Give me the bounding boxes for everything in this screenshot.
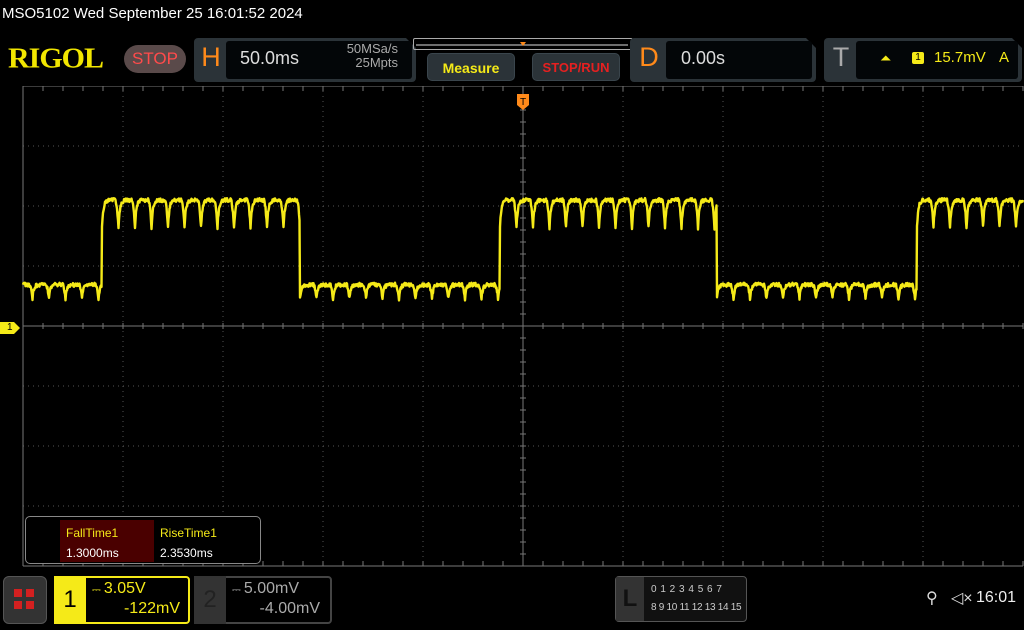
measurement-name: RiseTime1 xyxy=(160,523,242,543)
rising-edge-icon: ⏶ xyxy=(880,50,891,67)
channel-1-offset[interactable]: -122mV xyxy=(120,600,180,618)
sample-rate: 50MSa/s xyxy=(332,42,398,56)
logic-channels-row1: 0 1 2 3 4 5 6 7 xyxy=(651,584,722,595)
trigger-level[interactable]: 15.7mV xyxy=(934,49,986,66)
measurement-falltime: FallTime1 1.3000ms xyxy=(60,520,154,562)
dc-icon: ⎓ xyxy=(92,584,104,596)
trigger-source: 1 xyxy=(912,52,924,64)
measurement-value: 1.3000ms xyxy=(66,543,148,563)
stop-run-button[interactable]: STOP/RUN xyxy=(532,53,620,81)
measurement-name: FallTime1 xyxy=(66,523,148,543)
memory-overview-wave xyxy=(414,42,632,52)
memory-overview xyxy=(413,38,633,50)
dc-icon: ⎓ xyxy=(232,584,244,596)
acquisition-info: 50MSa/s 25Mpts xyxy=(332,42,398,70)
speaker-muted-icon[interactable]: ◁× xyxy=(951,588,973,608)
channel-2-scale[interactable]: ⎓ 5.00mV xyxy=(232,580,299,598)
svg-text:T: T xyxy=(520,97,526,108)
run-state-badge[interactable]: STOP xyxy=(124,45,186,73)
graticule xyxy=(23,86,1023,566)
measurement-value: 2.3530ms xyxy=(160,543,242,563)
measurement-panel: FallTime1 1.3000ms RiseTime1 2.3530ms xyxy=(25,516,261,564)
measure-button[interactable]: Measure xyxy=(427,53,515,81)
trigger-label: T xyxy=(830,42,852,73)
channel-1-scale-value: 3.05V xyxy=(104,580,146,597)
waveform-display[interactable]: T xyxy=(0,86,1024,570)
channel-1-label: 1 xyxy=(54,576,86,624)
logic-channels-row2: 8 9 10 11 12 13 14 15 xyxy=(651,602,741,613)
memory-depth: 25Mpts xyxy=(332,56,398,70)
usb-icon: ⚲ xyxy=(926,588,938,608)
channel-2-offset[interactable]: -4.00mV xyxy=(256,600,320,618)
measurement-risetime: RiseTime1 2.3530ms xyxy=(154,520,248,562)
horizontal-label: H xyxy=(200,42,222,73)
delay-label: D xyxy=(638,42,660,73)
trigger-position-marker: T xyxy=(517,94,529,110)
channel-2-label: 2 xyxy=(194,576,226,624)
trigger-mode[interactable]: A xyxy=(999,49,1009,66)
channel-1-scale[interactable]: ⎓ 3.05V xyxy=(92,580,146,598)
rigol-logo: RIGOL xyxy=(8,43,103,75)
delay-value[interactable]: 0.00s xyxy=(681,48,725,69)
timebase-value[interactable]: 50.0ms xyxy=(240,48,299,69)
status-clock: 16:01 xyxy=(976,589,1016,607)
menu-button[interactable] xyxy=(3,576,47,624)
logic-label: L xyxy=(616,577,644,621)
channel-2-scale-value: 5.00mV xyxy=(244,580,299,597)
window-title: MSO5102 Wed September 25 16:01:52 2024 xyxy=(2,5,303,22)
